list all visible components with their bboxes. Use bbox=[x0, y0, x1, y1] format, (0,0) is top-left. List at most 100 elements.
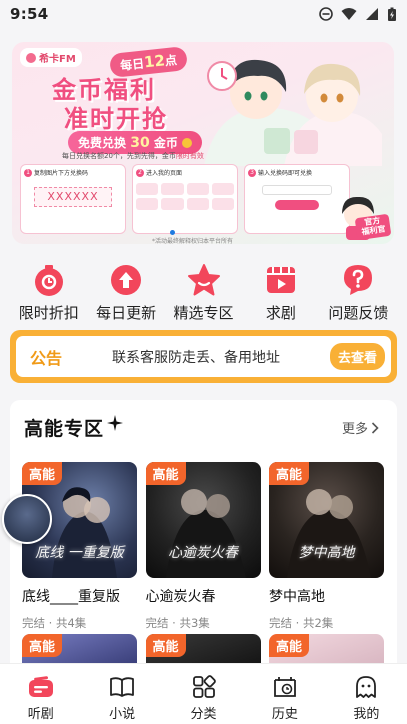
high-energy-badge: 高能 bbox=[269, 634, 310, 657]
quick-item-label: 求剧 bbox=[265, 304, 296, 322]
quick-item-label: 问题反馈 bbox=[328, 304, 389, 322]
banner-characters-illustration bbox=[204, 59, 382, 166]
quick-item-label: 精选专区 bbox=[173, 304, 234, 322]
high-energy-badge: 高能 bbox=[22, 634, 63, 657]
more-label: 更多 bbox=[341, 422, 368, 437]
step2-label: 进入我的页面 bbox=[146, 170, 183, 177]
tab-label: 我的 bbox=[353, 707, 380, 722]
tab-mine[interactable]: 我的 bbox=[326, 664, 407, 724]
section-title: 高能专区 bbox=[24, 414, 105, 443]
daily-suffix: 点 bbox=[164, 53, 178, 69]
daily-num: 12 bbox=[143, 51, 166, 72]
status-bar: 9:54 bbox=[0, 0, 407, 28]
cover-title-art: 梦中高地 bbox=[298, 545, 355, 561]
step3-input-illustration bbox=[262, 185, 332, 195]
high-energy-badge: 高能 bbox=[145, 462, 186, 485]
quick-item-label: 限时折扣 bbox=[18, 304, 79, 322]
quick-item-daily-update[interactable]: 每日更新 bbox=[87, 262, 164, 323]
tab-listen[interactable]: 听剧 bbox=[0, 664, 81, 724]
chevron-right-icon bbox=[371, 421, 379, 434]
drama-meta: 完结 · 共2集 bbox=[269, 616, 334, 630]
drama-card[interactable]: 高能 底线 一重复版 底线____重复版 完结 · 共4集 bbox=[22, 462, 137, 631]
drama-meta: 完结 · 共3集 bbox=[145, 616, 210, 630]
banner-headline-2: 准时开抢 bbox=[64, 105, 168, 133]
banner-step-1: 1 复制图片下方兑换码 XXXXXX bbox=[20, 164, 126, 234]
bottom-tab-bar: 听剧 小说 分类 历史 我的 bbox=[0, 663, 407, 724]
upload-arrow-icon bbox=[108, 262, 144, 298]
tab-label: 分类 bbox=[190, 707, 217, 722]
brand-name: 希卡FM bbox=[39, 54, 76, 65]
timer-icon bbox=[31, 262, 67, 298]
banner-step-2: 2 进入我的页面 bbox=[132, 164, 238, 234]
banner-sub-text: 每日兑换名额20个，先到先得，金币限时有效 bbox=[62, 151, 204, 161]
section-more-link[interactable]: 更多 bbox=[342, 418, 379, 437]
quick-item-featured-zone[interactable]: 精选专区 bbox=[165, 262, 242, 323]
wifi-icon bbox=[341, 8, 357, 20]
drama-cover-partial[interactable]: 高能 bbox=[22, 634, 137, 664]
video-icon bbox=[263, 262, 299, 298]
step3-label: 输入兑换码即可兑换 bbox=[258, 170, 313, 177]
book-icon bbox=[109, 674, 135, 700]
high-energy-badge: 高能 bbox=[145, 634, 186, 657]
tab-label: 历史 bbox=[271, 707, 298, 722]
quick-item-feedback[interactable]: 问题反馈 bbox=[320, 262, 397, 323]
dnd-icon bbox=[319, 7, 333, 21]
sparkle-icon bbox=[107, 414, 124, 431]
drama-card-row-2: 高能 高能 高能 bbox=[22, 634, 384, 664]
radio-icon bbox=[28, 674, 54, 700]
drama-title: 底线____重复版 bbox=[22, 589, 120, 605]
history-icon bbox=[272, 674, 298, 700]
star-icon bbox=[186, 262, 222, 298]
cover-title-art: 心逾炭火春 bbox=[168, 545, 238, 561]
brand-logo-icon bbox=[26, 52, 36, 63]
high-energy-badge: 高能 bbox=[22, 462, 63, 485]
sub-text: 每日兑换名额20个，先到先得，金币 bbox=[62, 152, 176, 160]
tab-category[interactable]: 分类 bbox=[163, 664, 244, 724]
status-time: 9:54 bbox=[10, 5, 49, 23]
floating-player-avatar[interactable] bbox=[2, 494, 52, 544]
quick-menu: 限时折扣 每日更新 精选专区 求剧 问题反馈 bbox=[10, 262, 397, 323]
pill-num: 30 bbox=[130, 135, 150, 151]
drama-card[interactable]: 高能 心逾炭火春 心逾炭火春 完结 · 共3集 bbox=[145, 462, 261, 631]
coin-icon bbox=[182, 138, 193, 148]
announcement-tag: 公告 bbox=[30, 348, 63, 368]
drama-cover: 高能 梦中高地 bbox=[269, 462, 384, 578]
pill-prefix: 免费兑换 bbox=[78, 136, 127, 150]
quick-item-limited-discount[interactable]: 限时折扣 bbox=[10, 262, 87, 323]
tab-label: 小说 bbox=[109, 707, 136, 722]
banner-pagination bbox=[170, 230, 175, 235]
ghost-profile-icon bbox=[353, 674, 379, 700]
drama-title: 梦中高地 bbox=[269, 589, 325, 605]
banner-footer-note: *活动最终解释权归本平台所有 bbox=[152, 238, 234, 244]
step3-button-illustration bbox=[275, 200, 319, 210]
section-header: 高能专区 bbox=[24, 414, 124, 443]
stamp-line-2: 福利官 bbox=[360, 224, 386, 237]
banner-dot-active[interactable] bbox=[170, 230, 175, 235]
redeem-code-box: XXXXXX bbox=[34, 187, 112, 207]
announcement-view-button[interactable]: 去查看 bbox=[329, 343, 385, 370]
cover-title-art: 底线 一重复版 bbox=[35, 545, 124, 561]
announcement-text: 联系客服防走丢、备用地址 bbox=[112, 349, 280, 366]
banner-steps: 1 复制图片下方兑换码 XXXXXX 2 进入我的页面 3 输入兑换码即可兑换 bbox=[20, 164, 350, 234]
drama-cover: 高能 心逾炭火春 bbox=[145, 462, 261, 578]
drama-cover-partial[interactable]: 高能 bbox=[269, 634, 384, 664]
drama-cover-partial[interactable]: 高能 bbox=[145, 634, 261, 664]
quick-item-request-drama[interactable]: 求剧 bbox=[242, 262, 319, 323]
question-icon bbox=[340, 262, 376, 298]
battery-icon bbox=[388, 7, 396, 21]
status-icons bbox=[319, 7, 397, 22]
drama-card-row: 高能 底线 一重复版 底线____重复版 完结 · 共4集 高能 心逾炭火春 心… bbox=[22, 462, 384, 631]
tab-history[interactable]: 历史 bbox=[244, 664, 325, 724]
announcement-inner: 公告 联系客服防走丢、备用地址 去查看 bbox=[16, 336, 391, 377]
tab-novel[interactable]: 小说 bbox=[81, 664, 162, 724]
drama-meta: 完结 · 共4集 bbox=[22, 616, 87, 630]
promo-banner[interactable]: 希卡FM 每日12点 金币福利 准时开抢 免费兑换 30 金币 每日兑换名额20… bbox=[12, 42, 394, 244]
drama-title: 心逾炭火春 bbox=[145, 589, 216, 605]
signal-icon bbox=[366, 8, 378, 20]
drama-card[interactable]: 高能 梦中高地 梦中高地 完结 · 共2集 bbox=[269, 462, 384, 631]
step1-label: 复制图片下方兑换码 bbox=[34, 170, 89, 177]
pill-suffix: 金币 bbox=[153, 136, 178, 150]
brand-logo: 希卡FM bbox=[20, 48, 82, 67]
announcement-bar[interactable]: 公告 联系客服防走丢、备用地址 去查看 bbox=[10, 330, 397, 383]
high-energy-badge: 高能 bbox=[269, 462, 310, 485]
